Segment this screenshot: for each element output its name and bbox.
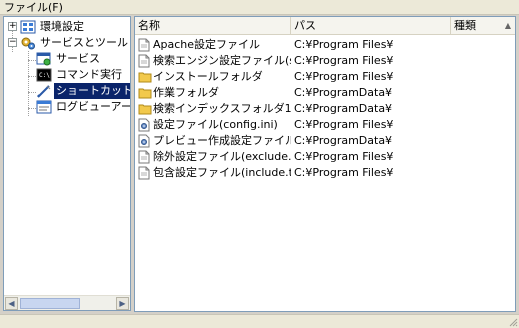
config-file-icon <box>138 118 150 132</box>
resize-grip-icon[interactable] <box>508 317 518 327</box>
list-item[interactable]: 除外設定ファイル(exclude.txt)C:¥Program Files¥ <box>135 149 515 165</box>
cell-name: 設定ファイル(config.ini) <box>153 118 278 131</box>
config-file-icon <box>138 134 150 148</box>
cell-name: 包含設定ファイル(include.txt) <box>153 166 291 179</box>
navigation-tree[interactable]: + 環境設定 − サービスとツール サービス C:\ コマンド実行 ショートカッ… <box>3 16 131 311</box>
tree-item-settings[interactable]: + 環境設定 <box>4 19 130 35</box>
cell-name: 検索インデックスフォルダ1 <box>153 102 291 115</box>
cell-type <box>454 69 514 85</box>
tree-item-label: 環境設定 <box>40 20 84 33</box>
tree-item-label: ログビューアー <box>56 100 131 113</box>
column-header-name[interactable]: 名称 <box>135 17 291 35</box>
folder-icon <box>138 70 152 84</box>
tree-item-label: サービスとツール <box>40 36 128 49</box>
cell-type <box>454 133 514 149</box>
settings-grid-icon <box>20 20 36 34</box>
tree-item-label: ショートカット <box>54 83 130 99</box>
column-header-path[interactable]: パス <box>291 17 451 35</box>
cell-type <box>454 37 514 53</box>
menu-file[interactable]: ファイル(F) <box>4 1 63 14</box>
cell-name: インストールフォルダ <box>153 70 263 83</box>
list-item[interactable]: Apache設定ファイル C:¥Program Files¥ <box>135 37 515 53</box>
cell-path: C:¥Program Files¥ <box>294 166 394 179</box>
cell-path: C:¥ProgramData¥ <box>294 86 393 99</box>
list-item[interactable]: プレビュー作成設定ファイル(crawl.C:¥ProgramData¥ <box>135 133 515 149</box>
cell-type <box>454 85 514 101</box>
cell-type <box>454 101 514 117</box>
folder-icon <box>138 102 152 116</box>
cell-name: 除外設定ファイル(exclude.txt) <box>153 150 291 163</box>
cell-name: 検索エンジン設定ファイル(solr.cor <box>153 54 291 67</box>
cell-path: C:¥Program Files¥ <box>294 38 394 51</box>
document-icon <box>138 166 150 180</box>
tree-item-service[interactable]: サービス <box>4 51 130 67</box>
service-window-icon <box>36 52 52 66</box>
cell-path: C:¥Program Files¥ <box>294 150 394 163</box>
tree-item-label: コマンド実行 <box>56 68 122 81</box>
cell-type <box>454 165 514 181</box>
status-bar <box>0 314 519 328</box>
scrollbar-thumb[interactable] <box>20 298 80 309</box>
cell-name: Apache設定ファイル <box>153 38 261 51</box>
scroll-right-icon[interactable]: ▶ <box>116 297 129 310</box>
tree-item-log-viewer[interactable]: ログビューアー <box>4 99 130 115</box>
document-icon <box>138 54 150 68</box>
column-header-label: 名称 <box>138 19 160 32</box>
list-item[interactable]: 設定ファイル(config.ini) C:¥Program Files¥ <box>135 117 515 133</box>
document-icon <box>138 150 150 164</box>
tree-item-services-and-tools[interactable]: − サービスとツール <box>4 35 130 51</box>
tree-horizontal-scrollbar[interactable]: ◀ ▶ <box>4 295 130 310</box>
column-header-type[interactable]: 種類 ▲ <box>451 17 515 35</box>
sort-ascending-icon: ▲ <box>504 21 511 30</box>
cell-path: C:¥Program Files¥ <box>294 54 394 67</box>
svg-text:C:\: C:\ <box>39 72 50 79</box>
list-item[interactable]: 包含設定ファイル(include.txt)C:¥Program Files¥ <box>135 165 515 181</box>
tree-item-command[interactable]: C:\ コマンド実行 <box>4 67 130 83</box>
collapse-minus-icon[interactable]: − <box>8 38 17 47</box>
folder-icon <box>138 86 152 100</box>
tree-item-label: サービス <box>56 52 100 65</box>
list-item[interactable]: 検索エンジン設定ファイル(solr.corC:¥Program Files¥ <box>135 53 515 69</box>
cell-path: C:¥Program Files¥ <box>294 70 394 83</box>
column-header-label: 種類 <box>454 19 476 32</box>
list-item[interactable]: 検索インデックスフォルダ1 C:¥ProgramData¥ <box>135 101 515 117</box>
tools-gear-icon <box>20 36 36 50</box>
log-viewer-icon <box>36 100 52 114</box>
expand-plus-icon[interactable]: + <box>8 22 17 31</box>
list-item[interactable]: インストールフォルダ C:¥Program Files¥ <box>135 69 515 85</box>
cell-type <box>454 149 514 165</box>
cell-path: C:¥ProgramData¥ <box>294 134 393 147</box>
menu-bar: ファイル(F) <box>0 0 519 15</box>
column-header-label: パス <box>294 19 316 32</box>
shortcut-pen-icon <box>36 84 52 98</box>
cell-type <box>454 53 514 69</box>
document-icon <box>138 38 150 52</box>
cell-path: C:¥ProgramData¥ <box>294 102 393 115</box>
file-list[interactable]: 名称 パス 種類 ▲ Apache設定ファイル C:¥Program Files¥… <box>134 16 516 312</box>
list-header: 名称 パス 種類 ▲ <box>135 17 515 35</box>
list-item[interactable]: 作業フォルダ C:¥ProgramData¥ <box>135 85 515 101</box>
cell-type <box>454 117 514 133</box>
cell-name: 作業フォルダ <box>153 86 219 99</box>
cell-path: C:¥Program Files¥ <box>294 118 394 131</box>
cell-name: プレビュー作成設定ファイル(crawl. <box>153 134 291 147</box>
console-icon: C:\ <box>36 68 52 82</box>
tree-item-shortcut[interactable]: ショートカット <box>4 83 130 99</box>
scroll-left-icon[interactable]: ◀ <box>5 297 18 310</box>
